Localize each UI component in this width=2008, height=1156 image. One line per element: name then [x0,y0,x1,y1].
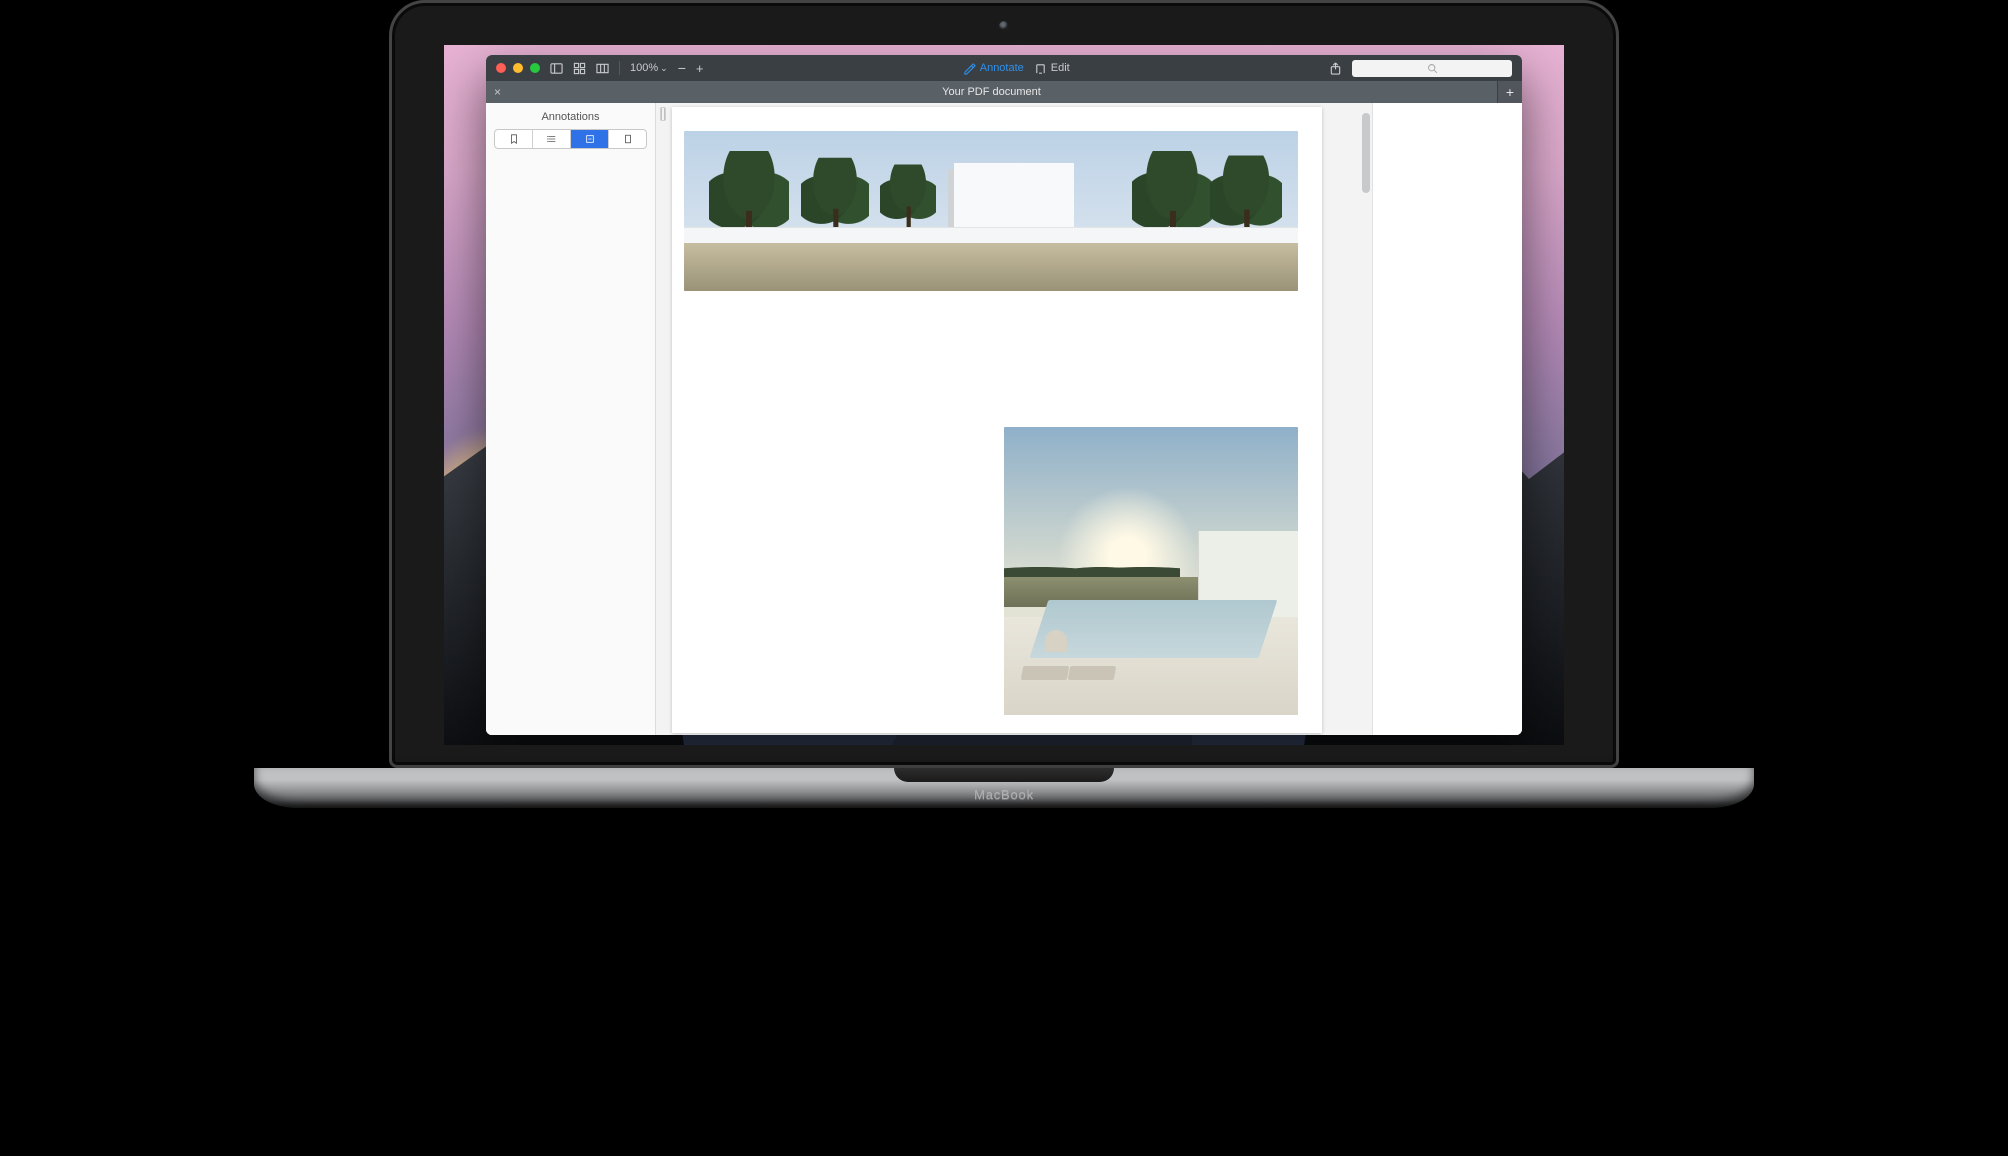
annotations-tab[interactable] [571,130,609,148]
annotation-icon [585,134,595,144]
sidebar-segmented-control [494,129,647,149]
annotate-label: Annotate [980,62,1024,74]
close-window-button[interactable] [496,63,506,73]
zoom-in-button[interactable]: + [696,61,704,76]
annotate-mode-button[interactable]: Annotate [963,62,1024,75]
app-window: 100% ⌄ − + Annotate Edit [486,55,1522,735]
outline-tab[interactable] [533,130,571,148]
sidebar-title: Annotations [486,103,655,129]
edit-label: Edit [1051,62,1070,74]
window-controls [496,63,540,73]
contact-sheet-button[interactable] [596,62,609,75]
add-tab-button[interactable]: + [1498,81,1522,103]
toolbar-separator [619,61,620,75]
close-tab-button[interactable]: × [494,86,501,98]
sidebar-toggle-button[interactable] [550,62,563,75]
document-tab[interactable]: × Your PDF document [486,81,1498,103]
device-label: MacBook [974,787,1034,802]
outline-icon [547,134,557,144]
fullscreen-window-button[interactable] [530,63,540,73]
vertical-scrollbar[interactable] [1362,113,1370,193]
thumbnail-view-button[interactable] [573,62,586,75]
document-image-2 [1004,427,1298,715]
pdf-page[interactable] [672,107,1322,733]
macbook-bezel: 100% ⌄ − + Annotate Edit [389,0,1619,768]
desktop-wallpaper: 100% ⌄ − + Annotate Edit [444,45,1564,745]
chevron-down-icon: ⌄ [660,63,668,74]
search-icon [1427,63,1438,74]
thumbnails-tab[interactable] [609,130,646,148]
search-input[interactable] [1352,60,1512,77]
toolbar: 100% ⌄ − + Annotate Edit [486,55,1522,81]
minimize-window-button[interactable] [513,63,523,73]
document-image-1 [684,131,1298,291]
ruler-grip[interactable] [660,107,666,121]
view-mode-group [550,62,609,75]
document-canvas[interactable] [656,103,1372,735]
zoom-value: 100% [630,62,658,74]
page-icon [623,134,633,144]
zoom-out-button[interactable]: − [678,60,686,76]
zoom-dropdown[interactable]: 100% ⌄ [630,62,668,74]
tab-title: Your PDF document [942,86,1041,98]
main-area: Annotations [486,103,1522,735]
tab-bar: × Your PDF document + [486,81,1522,103]
sidebar-panel: Annotations [486,103,656,735]
bookmarks-tab[interactable] [495,130,533,148]
macbook-base: MacBook [254,768,1754,808]
macbook-frame: 100% ⌄ − + Annotate Edit [389,0,1619,808]
bookmark-icon [509,134,519,144]
inspector-panel [1372,103,1522,735]
edit-mode-button[interactable]: Edit [1034,62,1070,75]
share-button[interactable] [1329,62,1342,75]
macbook-camera [999,21,1009,31]
